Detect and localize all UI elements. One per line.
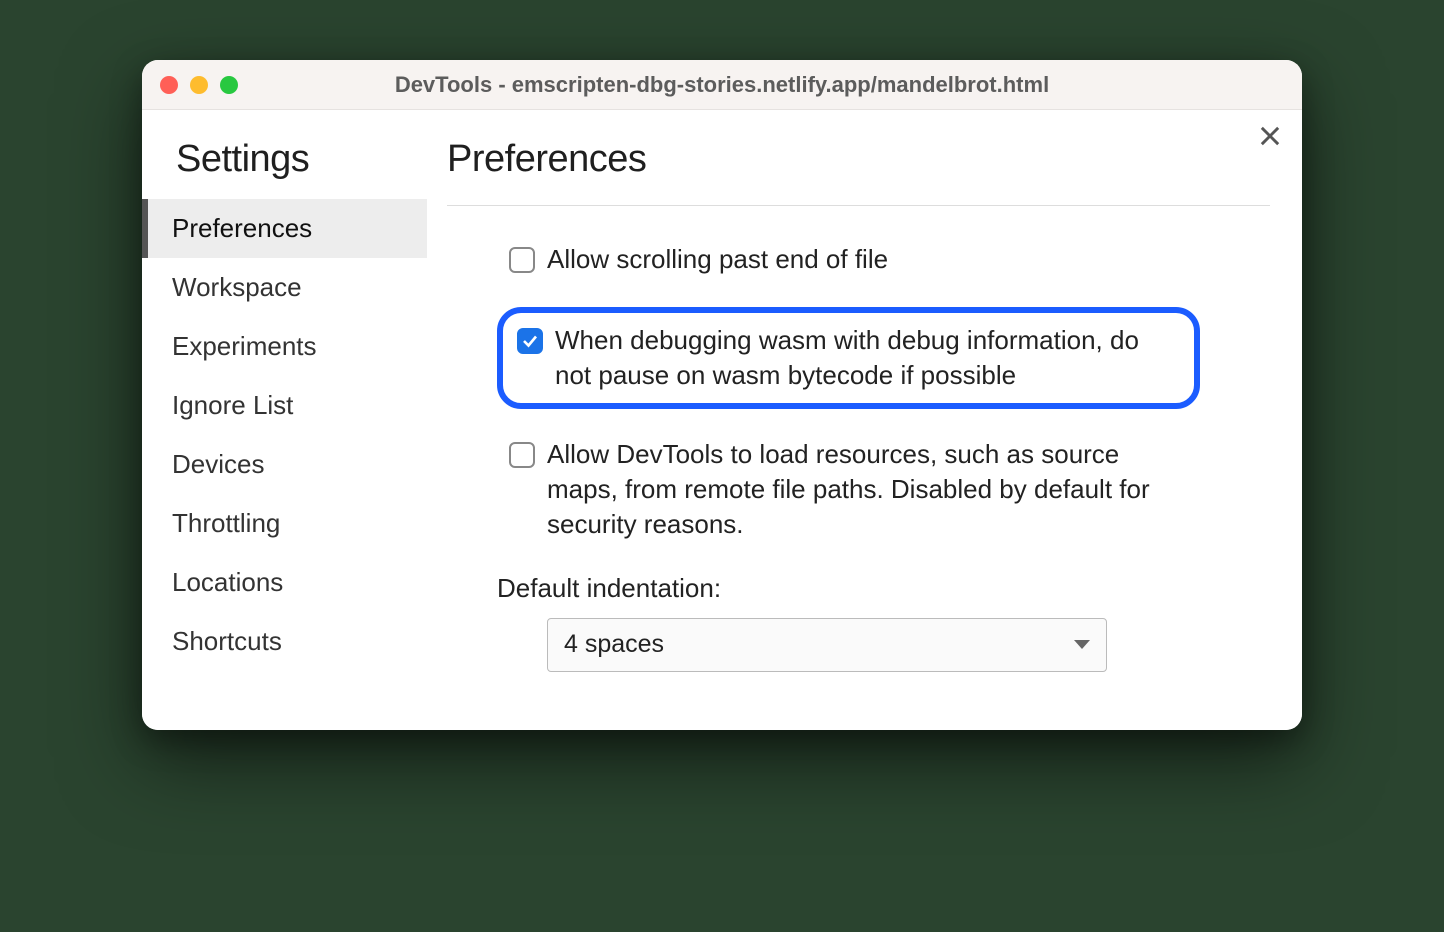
close-icon	[1256, 122, 1284, 150]
sidebar-item-devices[interactable]: Devices	[142, 435, 427, 494]
checkbox-allow-remote-file-paths[interactable]	[509, 442, 535, 468]
window-close-icon[interactable]	[160, 76, 178, 94]
devtools-window: DevTools - emscripten-dbg-stories.netlif…	[142, 60, 1302, 730]
sidebar-item-label: Locations	[172, 567, 283, 597]
option-allow-remote-file-paths: Allow DevTools to load resources, such a…	[497, 429, 1200, 550]
window-zoom-icon[interactable]	[220, 76, 238, 94]
option-label: When debugging wasm with debug informati…	[555, 323, 1180, 393]
sidebar-item-label: Workspace	[172, 272, 302, 302]
chevron-down-icon	[1074, 640, 1090, 649]
option-wasm-no-pause: When debugging wasm with debug informati…	[497, 307, 1200, 409]
sidebar-item-label: Devices	[172, 449, 264, 479]
close-button[interactable]	[1256, 122, 1284, 155]
sidebar-item-locations[interactable]: Locations	[142, 553, 427, 612]
checkmark-icon	[521, 332, 539, 350]
sidebar-item-label: Throttling	[172, 508, 280, 538]
select-value: 4 spaces	[564, 630, 664, 659]
indentation-select[interactable]: 4 spaces	[547, 618, 1107, 672]
sidebar-item-label: Preferences	[172, 213, 312, 243]
checkbox-wasm-no-pause[interactable]	[517, 328, 543, 354]
window-minimize-icon[interactable]	[190, 76, 208, 94]
window-title: DevTools - emscripten-dbg-stories.netlif…	[142, 72, 1302, 98]
sidebar-item-preferences[interactable]: Preferences	[142, 199, 427, 258]
preferences-panel: Preferences Allow scrolling past end of …	[427, 110, 1302, 730]
titlebar: DevTools - emscripten-dbg-stories.netlif…	[142, 60, 1302, 110]
settings-sidebar: Settings Preferences Workspace Experimen…	[142, 110, 427, 730]
sidebar-item-workspace[interactable]: Workspace	[142, 258, 427, 317]
option-label: Allow scrolling past end of file	[547, 242, 1188, 277]
sidebar-item-experiments[interactable]: Experiments	[142, 317, 427, 376]
sidebar-item-label: Experiments	[172, 331, 317, 361]
sidebar-item-label: Ignore List	[172, 390, 293, 420]
sidebar-item-label: Shortcuts	[172, 626, 282, 656]
checkbox-allow-scroll-past-eof[interactable]	[509, 247, 535, 273]
sidebar-item-ignore-list[interactable]: Ignore List	[142, 376, 427, 435]
traffic-lights	[160, 76, 238, 94]
content-area: Settings Preferences Workspace Experimen…	[142, 110, 1302, 730]
sidebar-title: Settings	[142, 138, 427, 199]
sidebar-item-throttling[interactable]: Throttling	[142, 494, 427, 553]
indentation-label: Default indentation:	[497, 573, 1200, 604]
options-list: Allow scrolling past end of file When de…	[447, 206, 1270, 672]
panel-title: Preferences	[447, 138, 1270, 206]
sidebar-item-shortcuts[interactable]: Shortcuts	[142, 612, 427, 671]
option-allow-scroll-past-eof: Allow scrolling past end of file	[497, 234, 1200, 285]
option-label: Allow DevTools to load resources, such a…	[547, 437, 1188, 542]
